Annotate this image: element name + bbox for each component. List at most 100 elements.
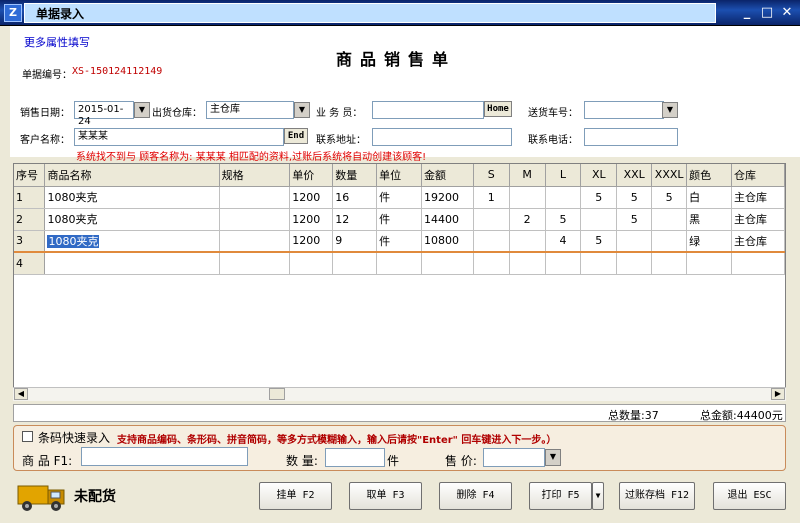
cell-color[interactable] xyxy=(686,252,733,275)
cell-unit[interactable]: 件 xyxy=(376,208,422,231)
cell-size-l[interactable]: 4 xyxy=(545,230,582,253)
col-header[interactable]: 金额 xyxy=(421,164,474,187)
cell-price[interactable]: 1200 xyxy=(289,230,334,253)
end-button[interactable]: End xyxy=(284,128,308,144)
cell-unit[interactable]: 件 xyxy=(376,230,422,253)
col-header[interactable]: 颜色 xyxy=(686,164,733,187)
cell-spec[interactable] xyxy=(219,208,291,231)
sale-date-field[interactable]: 2015-01-24 xyxy=(74,101,134,127)
col-header[interactable]: L xyxy=(545,164,582,187)
cell-size-s[interactable] xyxy=(473,252,510,275)
cell-amount[interactable]: 14400 xyxy=(421,208,474,231)
cell-price[interactable]: 1200 xyxy=(289,186,334,209)
cell-spec[interactable] xyxy=(219,186,291,209)
cell-color[interactable]: 绿 xyxy=(686,230,733,253)
delivery-select[interactable] xyxy=(584,101,664,119)
quantity-input[interactable] xyxy=(325,448,385,467)
col-header[interactable]: 数量 xyxy=(332,164,378,187)
col-header[interactable]: 单价 xyxy=(289,164,334,187)
cell-unit[interactable]: 件 xyxy=(376,186,422,209)
cell-size-s[interactable]: 1 xyxy=(473,186,510,209)
cell-amount[interactable]: 10800 xyxy=(421,230,474,253)
address-field[interactable] xyxy=(372,128,512,146)
col-header[interactable]: S xyxy=(473,164,510,187)
col-header[interactable]: 序号 xyxy=(14,164,46,187)
salesman-field[interactable] xyxy=(372,101,484,119)
cell-warehouse[interactable]: 主仓库 xyxy=(731,208,785,231)
cell-qty[interactable]: 9 xyxy=(332,230,378,253)
scroll-left-icon[interactable]: ◀ xyxy=(14,388,28,400)
scroll-right-icon[interactable]: ▶ xyxy=(771,388,785,400)
scroll-thumb[interactable] xyxy=(269,388,285,400)
table-row[interactable]: 3 1080夹克 1200 9 件 10800 4 5 绿 主仓库 xyxy=(14,229,785,253)
cell-product-editing[interactable]: 1080夹克 xyxy=(44,229,220,253)
cell-product[interactable]: 1080夹克 xyxy=(44,186,220,209)
cell-size-m[interactable]: 2 xyxy=(509,208,546,231)
cell-warehouse[interactable]: 主仓库 xyxy=(731,230,785,253)
cell-size-xxl[interactable] xyxy=(616,230,653,253)
cell-price[interactable] xyxy=(289,252,334,275)
cell-product[interactable]: 1080夹克 xyxy=(44,208,220,231)
print-dropdown-icon[interactable]: ▼ xyxy=(592,482,604,510)
col-header[interactable]: 规格 xyxy=(219,164,291,187)
cell-qty[interactable] xyxy=(332,252,378,275)
col-header[interactable]: 单位 xyxy=(376,164,422,187)
cell-price[interactable]: 1200 xyxy=(289,208,334,231)
minimize-button[interactable]: _ xyxy=(738,5,756,21)
price-dropdown-button[interactable]: ▼ xyxy=(545,449,561,466)
cell-size-m[interactable] xyxy=(509,230,546,253)
col-header[interactable]: XXL xyxy=(616,164,653,187)
print-button[interactable]: 打印 F5 xyxy=(529,482,592,510)
table-row[interactable]: 1 1080夹克 1200 16 件 19200 1 5 5 5 白 主仓库 xyxy=(14,186,785,209)
post-archive-button[interactable]: 过账存档 F12 xyxy=(619,482,695,510)
cell-size-xl[interactable]: 5 xyxy=(580,186,618,209)
cell-size-xxxl[interactable] xyxy=(651,252,688,275)
table-row[interactable]: 4 xyxy=(14,252,785,275)
cell-size-m[interactable] xyxy=(509,252,546,275)
cell-size-l[interactable] xyxy=(545,186,582,209)
close-button[interactable]: ✕ xyxy=(778,5,796,21)
hold-button[interactable]: 挂单 F2 xyxy=(259,482,332,510)
col-header[interactable]: 仓库 xyxy=(731,164,785,187)
cell-size-m[interactable] xyxy=(509,186,546,209)
cell-spec[interactable] xyxy=(219,230,291,253)
cell-warehouse[interactable] xyxy=(731,252,785,275)
barcode-quick-entry-checkbox[interactable] xyxy=(22,431,33,442)
cell-size-s[interactable] xyxy=(473,230,510,253)
col-header[interactable]: M xyxy=(509,164,546,187)
customer-field[interactable]: 某某某 xyxy=(74,128,284,146)
cell-size-xxl[interactable]: 5 xyxy=(616,186,653,209)
phone-field[interactable] xyxy=(584,128,678,146)
cell-size-xxl[interactable]: 5 xyxy=(616,208,653,231)
more-properties-link[interactable]: 更多属性填写 xyxy=(24,34,90,50)
col-header[interactable]: XL xyxy=(580,164,618,187)
cell-product[interactable] xyxy=(44,252,220,275)
product-f1-input[interactable] xyxy=(81,447,248,466)
items-grid[interactable]: 序号 商品名称 规格 单价 数量 单位 金额 S M L XL XXL XXXL… xyxy=(13,163,786,398)
cell-size-xl[interactable] xyxy=(580,208,618,231)
cell-amount[interactable] xyxy=(421,252,474,275)
price-select[interactable] xyxy=(483,448,545,467)
cell-size-xxxl[interactable] xyxy=(651,230,688,253)
date-dropdown-button[interactable]: ▼ xyxy=(134,102,150,118)
cell-size-l[interactable] xyxy=(545,252,582,275)
cell-qty[interactable]: 16 xyxy=(332,186,378,209)
home-button[interactable]: Home xyxy=(484,101,512,117)
cell-size-l[interactable]: 5 xyxy=(545,208,582,231)
app-icon[interactable]: Z xyxy=(4,4,22,22)
exit-button[interactable]: 退出 ESC xyxy=(713,482,786,510)
restore-button[interactable]: □ xyxy=(758,5,776,21)
warehouse-select[interactable]: 主仓库 xyxy=(206,101,294,119)
selected-product-text[interactable]: 1080夹克 xyxy=(47,234,100,248)
cell-amount[interactable]: 19200 xyxy=(421,186,474,209)
cell-size-xxl[interactable] xyxy=(616,252,653,275)
delete-button[interactable]: 删除 F4 xyxy=(439,482,512,510)
warehouse-dropdown-button[interactable]: ▼ xyxy=(294,102,310,118)
delivery-dropdown-button[interactable]: ▼ xyxy=(662,102,678,118)
cell-size-s[interactable] xyxy=(473,208,510,231)
horizontal-scrollbar[interactable] xyxy=(13,387,786,401)
col-header[interactable]: XXXL xyxy=(651,164,688,187)
cell-color[interactable]: 黑 xyxy=(686,208,733,231)
cell-unit[interactable] xyxy=(376,252,422,275)
cell-size-xxxl[interactable]: 5 xyxy=(651,186,688,209)
